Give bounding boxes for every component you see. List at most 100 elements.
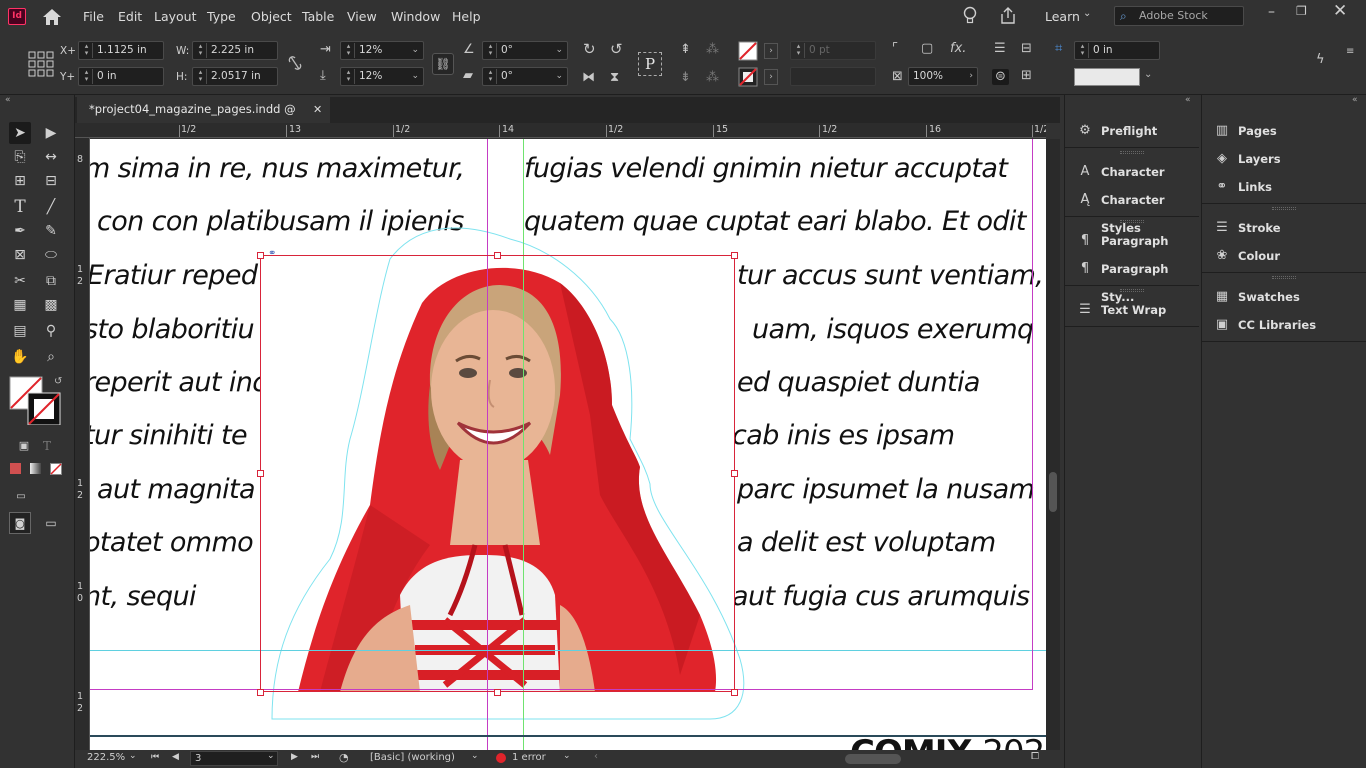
chevron-down-icon[interactable]: ⌄	[555, 42, 563, 59]
vertical-ruler[interactable]: 8 1 2 1 2 1 0 1 2	[75, 138, 90, 750]
direct-selection-tool-icon[interactable]: ▶	[40, 122, 62, 144]
panel-stroke[interactable]: ☰ Stroke	[1202, 214, 1366, 242]
formatting-text-icon[interactable]: T	[36, 435, 58, 457]
stepper-icon[interactable]: ▴ ▾	[343, 43, 355, 58]
resize-handle[interactable]	[494, 689, 501, 696]
scale-x-field[interactable]: ▴ ▾ 12% ⌄	[340, 41, 424, 60]
panel-preflight[interactable]: ⚙ Preflight	[1065, 117, 1199, 145]
stepper-icon[interactable]: ▴ ▾	[485, 69, 497, 84]
next-page-icon[interactable]: ▶	[291, 752, 298, 762]
close-icon[interactable]: ✕	[1333, 1, 1347, 21]
pen-tool-icon[interactable]: ✒	[9, 220, 31, 242]
panel-grip[interactable]	[1120, 220, 1144, 223]
stock-search-input[interactable]: ⌕ Adobe Stock	[1114, 6, 1244, 26]
tab-document[interactable]: *project04_magazine_pages.indd @ 223% ✕	[77, 97, 330, 141]
flip-horizontal-icon[interactable]: ⧓	[582, 71, 595, 85]
fill-none-swatch[interactable]	[738, 41, 758, 61]
chevron-down-icon[interactable]: ⌄	[411, 68, 419, 85]
stepper-icon[interactable]: ▴ ▾	[793, 43, 805, 58]
select-container-icon[interactable]: ⇞	[680, 43, 691, 57]
width-field[interactable]: ▴ ▾ 2.225 in	[192, 41, 278, 60]
resize-handle[interactable]	[257, 252, 264, 259]
chain-link-icon[interactable]: ⛓	[432, 53, 454, 75]
panel-cc-libraries[interactable]: ▣ CC Libraries	[1202, 311, 1366, 339]
expand-panels-icon[interactable]: «	[1352, 95, 1358, 105]
rectangle-frame-tool-icon[interactable]: ⊠	[9, 244, 31, 266]
panel-layers[interactable]: ◈ Layers	[1202, 145, 1366, 173]
hand-tool-icon[interactable]: ✋	[9, 346, 31, 368]
selection-tool-icon[interactable]: ➤	[9, 122, 31, 144]
flip-vertical-icon[interactable]: ⧗	[610, 71, 619, 85]
content-collector-icon[interactable]: ⊞	[9, 170, 31, 192]
effects-fx-icon[interactable]: fx.	[950, 42, 966, 56]
resize-handle[interactable]	[257, 689, 264, 696]
panel-links[interactable]: ⚭ Links	[1202, 173, 1366, 201]
menu-file[interactable]: File	[83, 9, 104, 24]
expand-panels-icon[interactable]: «	[1185, 95, 1191, 105]
scissors-tool-icon[interactable]: ✂	[9, 270, 31, 292]
panel-swatches[interactable]: ▦ Swatches	[1202, 283, 1366, 311]
y-position-field[interactable]: ▴ ▾ 0 in	[78, 67, 164, 86]
panel-grip[interactable]	[1120, 151, 1144, 154]
chevron-down-icon[interactable]: ⌄	[563, 751, 571, 761]
horizontal-ruler[interactable]: 1/2 13 1/2 14 1/2 15 1/2 16 1/2	[89, 123, 1046, 138]
reference-p-icon[interactable]: P	[638, 52, 662, 76]
chevron-down-icon[interactable]: ⌄	[129, 751, 137, 761]
panel-character[interactable]: A Character	[1065, 158, 1199, 186]
apply-color-icon[interactable]	[10, 463, 21, 474]
panel-grip[interactable]	[1272, 276, 1296, 279]
align-to-selection-icon[interactable]: ⌗	[1055, 42, 1062, 56]
panel-paragraph[interactable]: ¶ Paragraph	[1065, 227, 1199, 255]
collapse-icon[interactable]: «	[5, 95, 11, 105]
stepper-icon[interactable]: ▴ ▾	[81, 69, 93, 84]
panel-character-styles[interactable]: Ą Character Styles	[1065, 186, 1199, 235]
height-field[interactable]: ▴ ▾ 2.0517 in	[192, 67, 278, 86]
free-transform-tool-icon[interactable]: ⧉	[40, 270, 62, 292]
split-window-icon[interactable]: ⧠	[1031, 751, 1039, 762]
gradient-feather-tool-icon[interactable]: ▩	[40, 294, 62, 316]
panel-pages[interactable]: ▥ Pages	[1202, 117, 1366, 145]
stepper-icon[interactable]: ▴ ▾	[1077, 43, 1089, 58]
lightbulb-icon[interactable]	[962, 6, 978, 26]
menu-edit[interactable]: Edit	[118, 9, 142, 24]
text-wrap-shape-icon[interactable]: ⊜	[992, 69, 1009, 85]
zoom-level[interactable]: 222.5%	[87, 752, 125, 763]
preview-mode-icon[interactable]: ▭	[40, 512, 62, 534]
last-page-icon[interactable]: ⏭	[311, 752, 319, 762]
chevron-down-icon[interactable]: ⌄	[471, 751, 479, 761]
opacity-field[interactable]: 100% ›	[908, 67, 978, 86]
text-wrap-none-icon[interactable]: ☰	[994, 42, 1006, 56]
type-tool-icon[interactable]: T	[9, 196, 31, 218]
home-icon[interactable]	[42, 8, 62, 26]
panel-menu-icon[interactable]: ≡	[1346, 45, 1354, 59]
chevron-down-icon[interactable]: ⌄	[1144, 69, 1152, 80]
text-wrap-jump-icon[interactable]: ⊞	[1021, 69, 1032, 83]
page-tool-icon[interactable]: ⎘	[9, 146, 31, 168]
corner-options-icon[interactable]: ⌜	[892, 42, 898, 56]
menu-object[interactable]: Object	[251, 9, 292, 24]
normal-view-icon[interactable]: ◙	[9, 512, 31, 534]
text-wrap-bbox-icon[interactable]: ⊟	[1021, 42, 1032, 56]
menu-type[interactable]: Type	[207, 9, 236, 24]
note-tool-icon[interactable]: ▤	[9, 320, 31, 342]
resize-handle[interactable]	[257, 470, 264, 477]
fill-dropdown-button[interactable]: ›	[764, 43, 778, 59]
panel-colour[interactable]: ❀ Colour	[1202, 242, 1366, 270]
stepper-icon[interactable]: ▴ ▾	[195, 69, 207, 84]
stepper-icon[interactable]: ▴ ▾	[343, 69, 355, 84]
error-count[interactable]: 1 error	[512, 752, 546, 763]
x-position-field[interactable]: ▴ ▾ 1.1125 in	[78, 41, 164, 60]
pencil-tool-icon[interactable]: ✎	[40, 220, 62, 242]
stroke-style-swatch[interactable]	[1074, 68, 1140, 86]
content-placer-icon[interactable]: ⊟	[40, 170, 62, 192]
shear-field[interactable]: ▴ ▾ 0° ⌄	[482, 67, 568, 86]
select-previous-icon[interactable]: ⁂	[706, 71, 719, 85]
selected-image-frame[interactable]	[260, 255, 735, 692]
quick-actions-icon[interactable]: ϟ	[1316, 53, 1325, 67]
resize-handle[interactable]	[731, 470, 738, 477]
resize-handle[interactable]	[731, 252, 738, 259]
rotate-ccw-icon[interactable]: ↺	[610, 42, 623, 57]
scrollbar-thumb[interactable]	[1049, 472, 1057, 512]
menu-view[interactable]: View	[347, 9, 377, 24]
learn-menu[interactable]: Learn	[1045, 9, 1080, 24]
